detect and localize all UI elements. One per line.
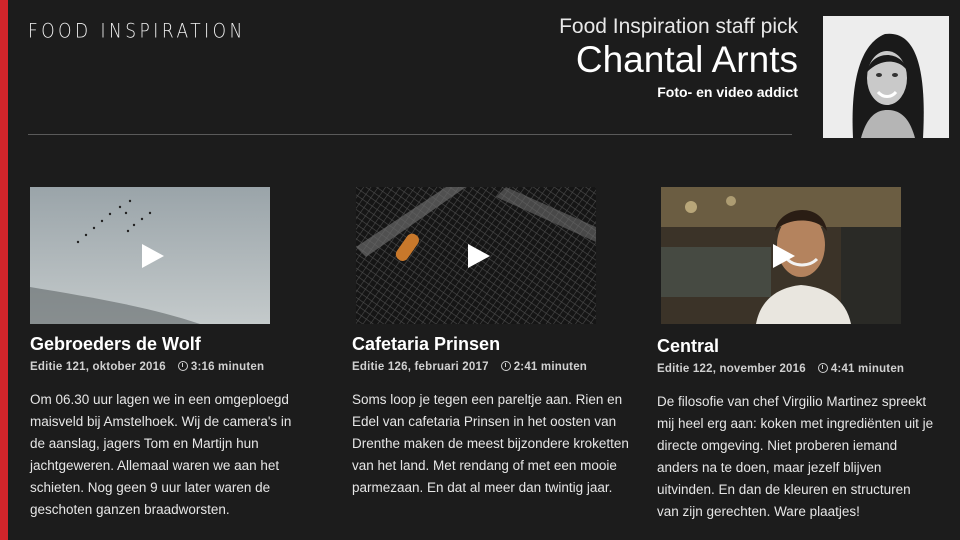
video-thumbnail[interactable] <box>30 187 270 324</box>
duration-label: 4:41 minuten <box>830 363 905 375</box>
video-description: Om 06.30 uur lagen we in een omgeploegd … <box>30 392 292 517</box>
video-card-gebroeders: Gebroeders de Wolf Editie 121, oktober 2… <box>30 187 308 521</box>
video-description: Soms loop je tegen een pareltje aan. Rie… <box>352 392 629 495</box>
video-meta: Editie 122, november 2016 4:41 minuten <box>657 363 935 375</box>
video-thumbnail[interactable] <box>356 187 596 324</box>
play-icon[interactable] <box>142 243 164 268</box>
video-title[interactable]: Central <box>657 336 935 357</box>
video-description: De filosofie van chef Virgilio Martinez … <box>657 394 934 519</box>
avatar <box>823 16 949 138</box>
edition-label: Editie 121, oktober 2016 <box>30 361 166 373</box>
video-meta: Editie 126, februari 2017 2:41 minuten <box>352 361 630 373</box>
clock-icon <box>817 363 828 373</box>
staff-pick-kicker: Food Inspiration staff pick <box>559 15 798 38</box>
edition-label: Editie 126, februari 2017 <box>352 361 489 373</box>
avatar-portrait <box>823 16 949 138</box>
red-accent-bar <box>0 0 8 540</box>
clock-icon <box>500 361 511 371</box>
edition-label: Editie 122, november 2016 <box>657 363 806 375</box>
video-title[interactable]: Cafetaria Prinsen <box>352 334 630 355</box>
video-title[interactable]: Gebroeders de Wolf <box>30 334 308 355</box>
video-card-central: Central Editie 122, november 2016 4:41 mi… <box>657 187 935 523</box>
duration-label: 3:16 minuten <box>190 361 265 373</box>
staff-pick-header: Food Inspiration staff pick Chantal Arnt… <box>559 14 798 100</box>
staff-tagline: Foto- en video addict <box>657 84 798 100</box>
video-thumbnail[interactable] <box>661 187 901 324</box>
video-meta: Editie 121, oktober 2016 3:16 minuten <box>30 361 308 373</box>
clock-icon <box>177 361 188 371</box>
header-divider <box>28 134 792 135</box>
duration-label: 2:41 minuten <box>513 361 588 373</box>
play-icon[interactable] <box>468 243 490 268</box>
video-card-cafetaria: Cafetaria Prinsen Editie 126, februari 2… <box>352 187 630 499</box>
food-inspiration-logo[interactable]: FOOD INSPIRATION <box>28 20 246 43</box>
play-icon[interactable] <box>773 243 795 268</box>
staff-name: Chantal Arnts <box>575 39 798 80</box>
